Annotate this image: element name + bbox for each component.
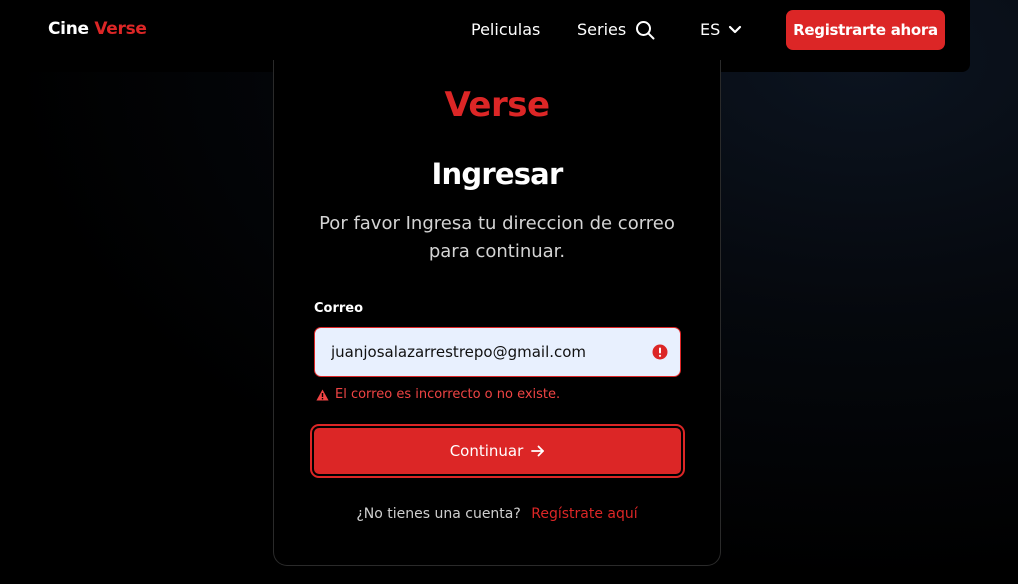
brand-first: Cine [48,19,89,39]
warning-icon [316,389,329,400]
error-icon [652,344,668,360]
signup-link[interactable]: Regístrate aquí [531,506,637,522]
card-logo: Verse [444,85,550,125]
email-label: Correo [314,301,364,316]
page-subtitle: Por favor Ingresa tu direccion de correo… [319,213,675,262]
arrow-right-icon [531,445,545,457]
email-field-wrapper [314,327,681,377]
signup-prompt: ¿No tienes una cuenta? [356,506,521,522]
brand-logo[interactable]: Cine Verse [48,19,147,39]
language-label: ES [700,20,721,39]
language-selector[interactable]: ES [700,20,742,39]
brand-second: Verse [94,19,147,39]
email-field[interactable] [315,328,645,376]
login-card: Verse Ingresar Por favor Ingresa tu dire… [273,60,721,566]
error-message: El correo es incorrecto o no existe. [335,387,561,402]
search-icon[interactable] [635,20,655,40]
chevron-down-icon [729,25,742,33]
continue-label: Continuar [449,442,524,460]
signup-row: ¿No tienes una cuenta? Regístrate aquí [274,506,720,522]
email-error: El correo es incorrecto o no existe. [316,387,560,402]
continue-button[interactable]: Continuar [312,426,683,476]
page-title: Ingresar [431,157,564,191]
nav-link-series[interactable]: Series [577,20,626,39]
nav-link-peliculas[interactable]: Peliculas [471,20,540,39]
register-button[interactable]: Registrarte ahora [786,10,945,50]
